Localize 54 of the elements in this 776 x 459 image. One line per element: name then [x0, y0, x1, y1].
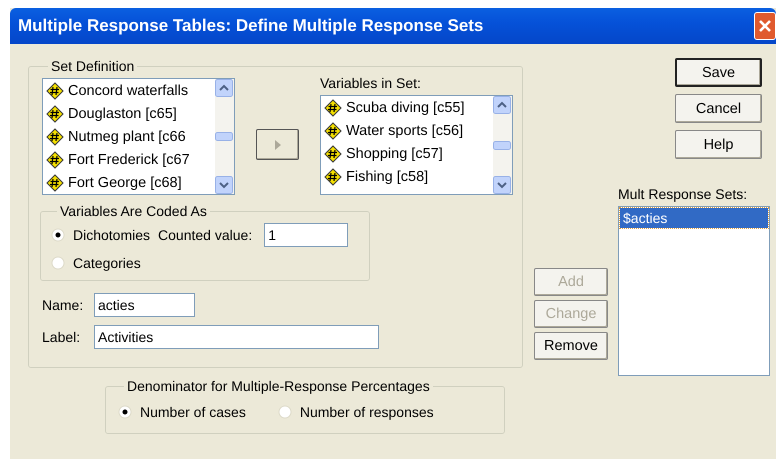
list-item[interactable]: $acties: [620, 208, 768, 228]
numeric-variable-icon: [46, 104, 64, 122]
dialog-button[interactable]: Help: [675, 130, 762, 159]
option-label: Number of responses: [300, 404, 434, 420]
scroll-bar[interactable]: [215, 79, 234, 194]
scroll-down-icon: [215, 176, 233, 194]
scroll-up-icon: [493, 96, 511, 114]
close-button[interactable]: [754, 12, 776, 40]
radio-button[interactable]: [51, 256, 65, 270]
radio-button[interactable]: [278, 405, 292, 419]
radio-button[interactable]: [118, 405, 132, 419]
list-item[interactable]: Scuba diving [c55]: [346, 100, 464, 116]
input-field[interactable]: 1: [264, 223, 348, 247]
option-label: Dichotomies: [73, 227, 150, 243]
scroll-down-icon: [493, 176, 511, 194]
group-title: Set Definition: [50, 58, 136, 74]
numeric-variable-icon: [324, 98, 342, 116]
numeric-variable-icon: [46, 82, 64, 100]
list-item[interactable]: Concord waterfalls: [68, 82, 188, 98]
numeric-variable-icon: [46, 174, 64, 192]
numeric-variable-icon: [46, 150, 64, 168]
window-title: Multiple Response Tables: Define Multiple Response Sets: [18, 16, 484, 36]
list-item[interactable]: Water sports [c56]: [346, 122, 464, 138]
input-field[interactable]: Activities: [94, 325, 379, 349]
numeric-variable-icon: [324, 144, 342, 162]
list-item[interactable]: Fort Frederick [c67: [68, 152, 190, 168]
dialog-button[interactable]: Cancel: [675, 94, 762, 123]
numeric-variable-icon: [324, 168, 342, 186]
list-label: Mult Response Sets:: [618, 186, 748, 202]
list-label: Variables in Set:: [320, 75, 422, 91]
option-label: Number of cases: [140, 404, 246, 420]
action-button[interactable]: Remove: [534, 332, 608, 360]
field-label: Label:: [42, 329, 82, 345]
numeric-variable-icon: [324, 122, 342, 140]
numeric-variable-icon: [46, 128, 64, 146]
list-item[interactable]: Fishing [c58]: [346, 168, 428, 184]
list-item[interactable]: Douglaston [c65]: [68, 106, 177, 122]
input-field[interactable]: acties: [94, 293, 195, 317]
dialog-button[interactable]: Save: [675, 58, 762, 87]
scroll-bar[interactable]: [493, 96, 512, 194]
group-title: Denominator for Multiple-Response Percentages: [126, 378, 431, 394]
group-title: Variables Are Coded As: [59, 203, 208, 219]
arrow-right-icon: [274, 138, 282, 150]
radio-button[interactable]: [51, 228, 65, 242]
list-item[interactable]: Nutmeg plant [c66: [68, 128, 186, 144]
field-label: Name:: [42, 297, 84, 313]
scroll-up-icon: [215, 79, 233, 97]
field-label: Counted value:: [158, 227, 252, 243]
list-item[interactable]: Fort George [c68]: [68, 174, 182, 190]
list-item[interactable]: Shopping [c57]: [346, 146, 443, 162]
close-icon: [757, 18, 773, 34]
scroll-thumb-icon: [493, 140, 511, 150]
scroll-thumb-icon: [215, 132, 233, 141]
option-label: Categories: [73, 255, 141, 271]
